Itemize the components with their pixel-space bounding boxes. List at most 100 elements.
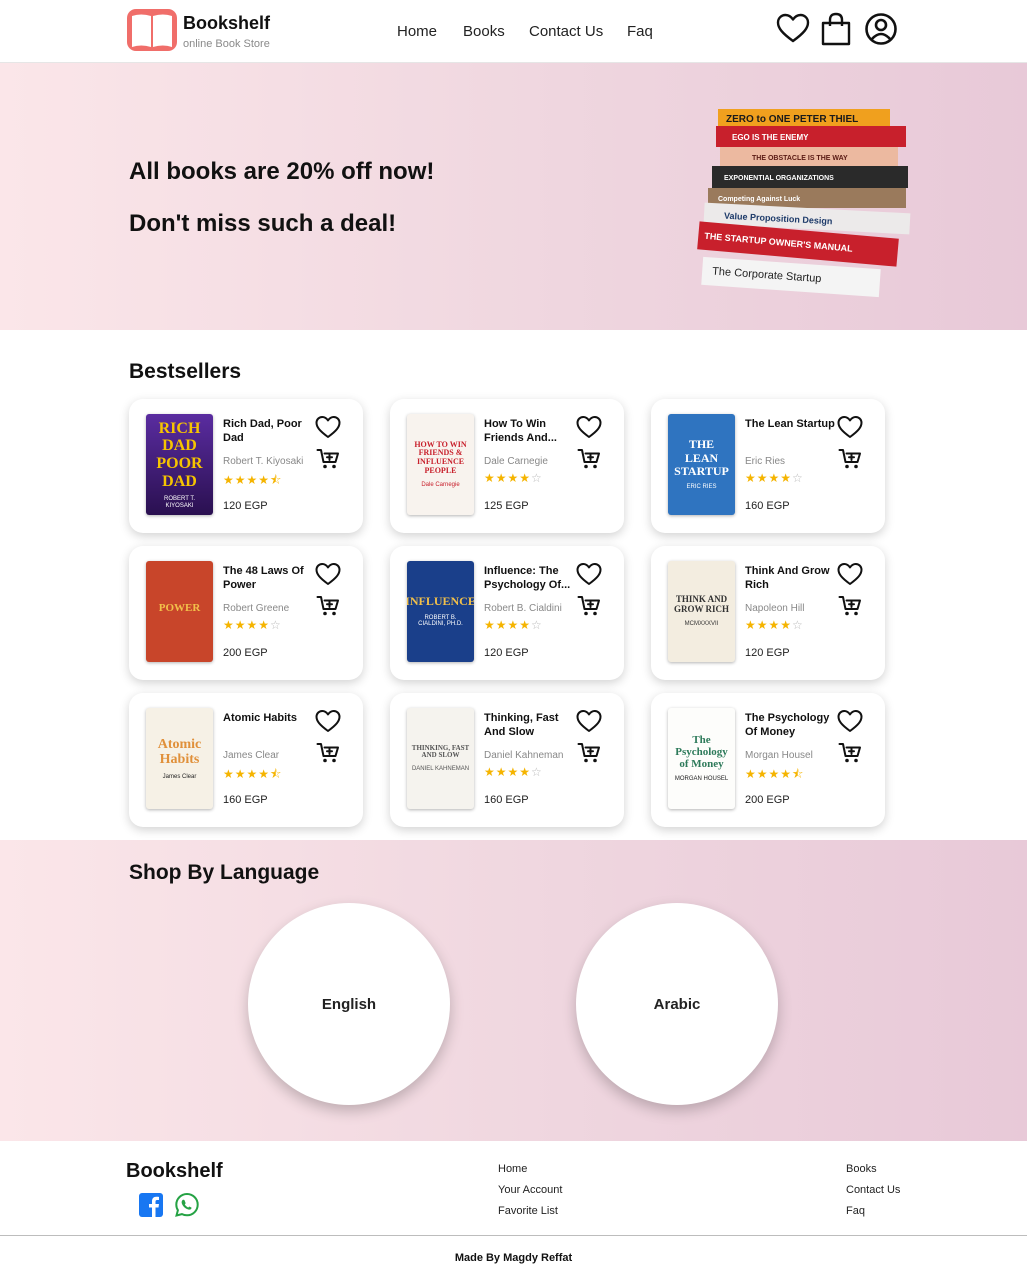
book-cover[interactable]: HOW TO WIN FRIENDS & INFLUENCE PEOPLE Dal… bbox=[407, 414, 474, 515]
brand-tagline: online Book Store bbox=[183, 38, 270, 50]
rating-stars: ★★★★☆ bbox=[745, 471, 804, 485]
add-to-favorites-heart-icon[interactable] bbox=[576, 709, 602, 733]
book-card[interactable]: The Psychology of Money MORGAN HOUSEL The … bbox=[651, 693, 885, 827]
rating-filled: ★★★★⯪ bbox=[223, 767, 283, 781]
cover-title: POWER bbox=[158, 602, 201, 615]
add-to-favorites-heart-icon[interactable] bbox=[315, 415, 341, 439]
book-title[interactable]: The Psychology Of Money bbox=[745, 711, 837, 739]
book-cover[interactable]: INFLUENCE ROBERT B. CIALDINI, PH.D. bbox=[407, 561, 474, 662]
book-card[interactable]: HOW TO WIN FRIENDS & INFLUENCE PEOPLE Dal… bbox=[390, 399, 624, 533]
book-author: James Clear bbox=[223, 750, 280, 761]
book-author: Dale Carnegie bbox=[484, 456, 548, 467]
add-to-cart-icon[interactable] bbox=[838, 594, 862, 618]
add-to-cart-icon[interactable] bbox=[838, 741, 862, 765]
user-icon[interactable] bbox=[864, 12, 898, 46]
book-cover[interactable]: Atomic Habits James Clear bbox=[146, 708, 213, 809]
rating-stars: ★★★★☆ bbox=[484, 471, 543, 485]
book-author: Robert Greene bbox=[223, 603, 290, 614]
book-title[interactable]: Thinking, Fast And Slow bbox=[484, 711, 576, 739]
book-stack-image: ZERO to ONE PETER THIEL EGO IS THE ENEMY… bbox=[697, 109, 911, 298]
book-card[interactable]: RICH DAD POOR DAD ROBERT T. KIYOSAKI Rich … bbox=[129, 399, 363, 533]
book-author: Morgan Housel bbox=[745, 750, 813, 761]
book-title[interactable]: The Lean Startup bbox=[745, 417, 837, 431]
add-to-favorites-heart-icon[interactable] bbox=[315, 709, 341, 733]
book-title[interactable]: Rich Dad, Poor Dad bbox=[223, 417, 315, 445]
book-title[interactable]: Influence: The Psychology Of... bbox=[484, 564, 576, 592]
add-to-cart-icon[interactable] bbox=[577, 594, 601, 618]
rating-stars: ★★★★⯪ bbox=[223, 471, 282, 492]
nav-contact-us[interactable]: Contact Us bbox=[529, 23, 603, 40]
book-card[interactable]: INFLUENCE ROBERT B. CIALDINI, PH.D. Influe… bbox=[390, 546, 624, 680]
shopping-bag-icon[interactable] bbox=[819, 12, 853, 46]
whatsapp-icon[interactable] bbox=[174, 1192, 200, 1218]
footer-link-contact-us[interactable]: Contact Us bbox=[846, 1184, 900, 1196]
book-price: 120 EGP bbox=[745, 647, 790, 659]
add-to-favorites-heart-icon[interactable] bbox=[315, 562, 341, 586]
cover-author: ROBERT B. CIALDINI, PH.D. bbox=[418, 614, 463, 628]
add-to-cart-icon[interactable] bbox=[316, 447, 340, 471]
brand-name[interactable]: Bookshelf bbox=[183, 13, 270, 34]
facebook-icon[interactable] bbox=[138, 1192, 164, 1218]
book-cover[interactable]: POWER bbox=[146, 561, 213, 662]
cover-author: MCMXXXVII bbox=[684, 621, 719, 628]
cover-author: Dale Carnegie bbox=[421, 481, 460, 488]
add-to-favorites-heart-icon[interactable] bbox=[837, 415, 863, 439]
add-to-favorites-heart-icon[interactable] bbox=[576, 562, 602, 586]
footer-link-your-account[interactable]: Your Account bbox=[498, 1184, 562, 1196]
add-to-cart-icon[interactable] bbox=[316, 594, 340, 618]
book-cover[interactable]: THINKING, FAST AND SLOW DANIEL KAHNEMAN bbox=[407, 708, 474, 809]
add-to-favorites-heart-icon[interactable] bbox=[837, 562, 863, 586]
spine-3: THE OBSTACLE IS THE WAY bbox=[752, 155, 848, 162]
book-author: Eric Ries bbox=[745, 456, 786, 467]
footer-link-favorite-list[interactable]: Favorite List bbox=[498, 1205, 558, 1217]
add-to-favorites-heart-icon[interactable] bbox=[576, 415, 602, 439]
book-card[interactable]: THINK AND GROW RICH MCMXXXVII Think And Gr… bbox=[651, 546, 885, 680]
book-cover[interactable]: RICH DAD POOR DAD ROBERT T. KIYOSAKI bbox=[146, 414, 213, 515]
heart-icon[interactable] bbox=[776, 12, 810, 46]
cover-author: ERIC RIES bbox=[686, 483, 717, 490]
book-cover[interactable]: THINK AND GROW RICH MCMXXXVII bbox=[668, 561, 735, 662]
book-title[interactable]: The 48 Laws Of Power bbox=[223, 564, 315, 592]
book-card[interactable]: Atomic Habits James Clear Atomic Habits Jam… bbox=[129, 693, 363, 827]
open-book-icon[interactable] bbox=[126, 7, 178, 53]
book-card[interactable]: POWER The 48 Laws Of Power Robert Greene ★★… bbox=[129, 546, 363, 680]
promo-subline: Don't miss such a deal! bbox=[129, 210, 397, 237]
book-title[interactable]: Atomic Habits bbox=[223, 711, 315, 725]
spine-5: Competing Against Luck bbox=[718, 196, 800, 203]
spine-1: ZERO to ONE PETER THIEL bbox=[726, 114, 858, 125]
cover-title: HOW TO WIN FRIENDS & INFLUENCE PEOPLE bbox=[414, 439, 467, 475]
rating-empty: ☆ bbox=[531, 765, 543, 779]
rating-stars: ★★★★☆ bbox=[745, 618, 804, 632]
rating-stars: ★★★★☆ bbox=[484, 618, 543, 632]
spine-4: EXPONENTIAL ORGANIZATIONS bbox=[724, 175, 834, 182]
footer-link-home[interactable]: Home bbox=[498, 1163, 527, 1175]
footer-link-books[interactable]: Books bbox=[846, 1163, 877, 1175]
rating-empty: ☆ bbox=[531, 618, 543, 632]
book-card[interactable]: THINKING, FAST AND SLOW DANIEL KAHNEMAN Th… bbox=[390, 693, 624, 827]
add-to-cart-icon[interactable] bbox=[316, 741, 340, 765]
language-english-button[interactable]: English bbox=[248, 903, 450, 1105]
book-card[interactable]: THE LEAN STARTUP ERIC RIES The Lean Startu… bbox=[651, 399, 885, 533]
nav-faq[interactable]: Faq bbox=[627, 23, 653, 40]
promo-banner: All books are 20% off now! Don't miss su… bbox=[0, 63, 1027, 330]
add-to-cart-icon[interactable] bbox=[838, 447, 862, 471]
book-title[interactable]: How To Win Friends And... bbox=[484, 417, 576, 445]
nav-books[interactable]: Books bbox=[463, 23, 505, 40]
footer-link-faq[interactable]: Faq bbox=[846, 1205, 865, 1217]
language-arabic-button[interactable]: Arabic bbox=[576, 903, 778, 1105]
book-price: 200 EGP bbox=[745, 794, 790, 806]
rating-filled: ★★★★⯪ bbox=[223, 473, 283, 487]
add-to-cart-icon[interactable] bbox=[577, 741, 601, 765]
book-title[interactable]: Think And Grow Rich bbox=[745, 564, 837, 592]
add-to-cart-icon[interactable] bbox=[577, 447, 601, 471]
rating-stars: ★★★★⯪ bbox=[745, 765, 804, 786]
book-cover[interactable]: The Psychology of Money MORGAN HOUSEL bbox=[668, 708, 735, 809]
add-to-favorites-heart-icon[interactable] bbox=[837, 709, 863, 733]
nav-home[interactable]: Home bbox=[397, 23, 437, 40]
book-cover[interactable]: THE LEAN STARTUP ERIC RIES bbox=[668, 414, 735, 515]
rating-filled: ★★★★ bbox=[484, 618, 532, 632]
bestsellers-heading: Bestsellers bbox=[129, 360, 242, 383]
footer-divider bbox=[0, 1235, 1027, 1236]
footer-brand: Bookshelf bbox=[126, 1160, 223, 1182]
book-price: 160 EGP bbox=[223, 794, 268, 806]
